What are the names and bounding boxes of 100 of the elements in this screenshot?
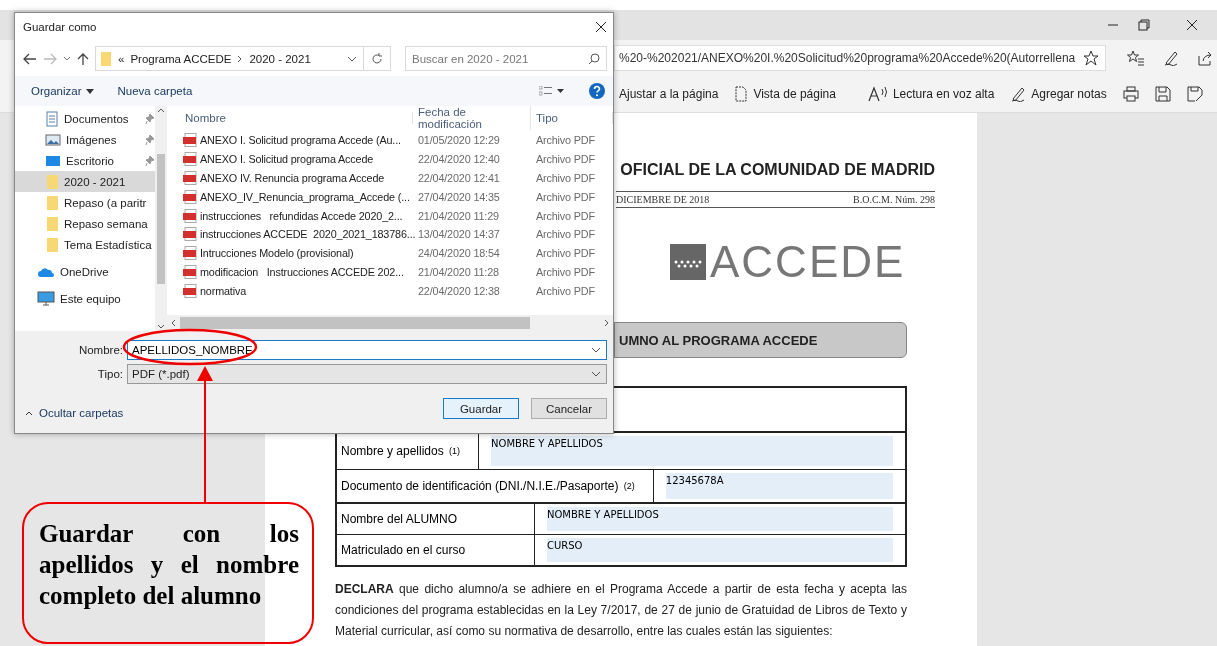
file-row[interactable]: normativa 22/04/2020 12:38 Archivo PDF [167, 281, 613, 301]
form-field[interactable]: 12345678A [665, 473, 893, 499]
address-bar[interactable]: %20-%202021/ANEXO%20I.%20Solicitud%20programa%20Accede%20(Autorrellena [614, 45, 1107, 71]
declaration-paragraph: DECLARA que dicho alumno/a se adhiere en el Programa Accede a partir de esta fecha y acepta las condiciones del programa establecidas en la Ley 7/2017, de 27 de junio de Gratuidad de Libros de Texto y Material curricular, así como su normativa de desarrollo, entre las cuales están las siguientes: [335, 581, 907, 640]
scrollbar-thumb[interactable] [180, 317, 530, 329]
print-icon [1122, 86, 1139, 102]
file-row[interactable]: ANEXO I. Solicitud programa Accede (Au... 01/05/2020 12:29 Archivo PDF [167, 131, 613, 150]
file-row[interactable]: instrucciones refundidas Accede 2020_2... 21/04/2020 11:29 Archivo PDF [167, 206, 613, 225]
dialog-button[interactable]: Cancelar [531, 398, 607, 419]
form-field[interactable]: CURSO [547, 538, 893, 562]
field-label: Tipo: [96, 368, 124, 380]
filename-field[interactable]: APELLIDOS_NOMBRE [127, 340, 607, 360]
star-icon [1083, 50, 1100, 66]
file-row[interactable]: instrucciones ACCEDE 2020_2021_183786... 13/04/2020 14:37 Archivo PDF [167, 225, 613, 244]
help-icon [589, 83, 605, 99]
dialog-title: Guardar como [23, 21, 97, 33]
search-field[interactable]: Buscar en 2020 - 2021 [405, 46, 607, 71]
up-arrow-icon [77, 51, 89, 66]
pdf-file-icon [183, 171, 197, 185]
file-type-dropdown[interactable]: PDF (*.pdf) [127, 364, 607, 384]
caret-up-icon [25, 410, 33, 416]
column-header[interactable]: Fecha de modificación [413, 106, 531, 130]
toolbar-button[interactable]: Lectura en voz alta [867, 86, 995, 102]
pdf-file-icon [183, 152, 197, 167]
file-row[interactable]: ANEXO I. Solicitud programa Accede 22/04/2020 12:40 Archivo PDF [167, 149, 613, 169]
read-aloud-icon [867, 86, 888, 102]
hide-folders-button[interactable]: Ocultar carpetas [25, 407, 124, 419]
close-icon [595, 21, 607, 33]
folder-tree-item[interactable]: Escritorio [15, 150, 155, 171]
pen-icon [1010, 86, 1027, 102]
folder-icon [45, 173, 59, 190]
folder-icon [45, 194, 59, 211]
dialog-button[interactable]: Guardar [443, 398, 519, 419]
refresh-icon [371, 52, 383, 65]
form-label: Matriculado en el curso [337, 535, 535, 565]
chevron-down-icon[interactable] [591, 347, 601, 353]
cloud-icon [37, 265, 55, 278]
file-row[interactable]: ANEXO_IV_Renuncia_programa_Accede (... 27/04/2020 14:35 Archivo PDF [167, 187, 613, 207]
logo: ACCEDE [710, 242, 906, 282]
pdf-file-icon [183, 264, 197, 279]
section-title: UMNO AL PROGRAMA ACCEDE [614, 322, 907, 358]
scroll-down-icon [157, 324, 165, 329]
folder-icon [45, 236, 59, 253]
organize-menu[interactable]: Organizar [31, 85, 94, 97]
computer-icon [37, 290, 55, 307]
folder-tree-item[interactable]: Repaso semana [15, 213, 155, 234]
folder-tree-item[interactable]: OneDrive [15, 261, 155, 282]
callout-note: Guardar con los apellidos y el nombre completo del alumno [22, 502, 314, 644]
column-header[interactable]: Nombre [167, 112, 413, 124]
form-field[interactable]: NOMBRE Y APELLIDOS [547, 507, 893, 531]
share-icon [1197, 50, 1214, 66]
scrollbar-thumb[interactable] [157, 153, 165, 284]
save-as-icon [1186, 86, 1203, 102]
folder-icon [100, 50, 112, 67]
view-options-icon [539, 86, 565, 96]
chevron-icon [237, 54, 244, 63]
scroll-right-icon [604, 319, 609, 327]
file-row[interactable]: Intrucciones Modelo (provisional) 24/04/2020 18:54 Archivo PDF [167, 243, 613, 263]
pdf-file-icon [183, 189, 197, 204]
toolbar-button[interactable]: Vista de página [734, 86, 836, 102]
folder-tree-item[interactable]: 2020 - 2021 [15, 171, 155, 192]
toolbar-button[interactable]: Agregar notas [1010, 86, 1107, 102]
page-icon [734, 86, 749, 102]
form-field[interactable]: NOMBRE Y APELLIDOS [491, 436, 893, 466]
folder-tree-item[interactable]: Imágenes [15, 129, 155, 150]
pen-icon [1163, 50, 1180, 66]
close-icon [1186, 19, 1198, 31]
scroll-left-icon [171, 319, 176, 327]
folder-tree-item[interactable]: Este equipo [15, 288, 155, 309]
restore-icon [1138, 19, 1150, 31]
chevron-down-icon [347, 55, 357, 62]
document-icon [45, 110, 59, 127]
favorites-icon [1127, 50, 1146, 66]
path-bar[interactable]: « Programa ACCEDE 2020 - 2021 [95, 46, 391, 71]
new-folder-button[interactable]: Nueva carpeta [117, 85, 193, 97]
pdf-file-icon [183, 133, 197, 148]
folder-icon [45, 215, 59, 232]
search-icon [588, 53, 600, 65]
pdf-file-icon [183, 246, 197, 261]
toolbar-button[interactable]: Ajustar a la página [619, 87, 719, 101]
file-row[interactable]: ANEXO IV. Renuncia programa Accede 22/04/2020 12:41 Archivo PDF [167, 168, 613, 188]
column-header[interactable]: Tipo [531, 112, 613, 124]
caret-icon [63, 55, 71, 62]
picture-icon [45, 132, 61, 147]
save-icon [1154, 86, 1171, 102]
folder-tree-item[interactable]: Documentos [15, 108, 155, 129]
file-row[interactable]: modificacion Instrucciones ACCEDE 202... 21/04/2020 11:28 Archivo PDF [167, 262, 613, 282]
chevron-down-icon [591, 371, 601, 377]
folder-tree-item[interactable]: Tema Estadística [15, 234, 155, 255]
document-heading: OFICIAL DE LA COMUNIDAD DE MADRID [619, 161, 935, 179]
form-label: Nombre del ALUMNO [337, 504, 535, 534]
desktop-icon [45, 153, 61, 168]
document-date: DICIEMBRE DE 2018 [616, 194, 710, 205]
folder-tree-item[interactable]: Repaso (a paritr [15, 192, 155, 213]
caret-icon [85, 88, 94, 94]
pdf-file-icon [183, 227, 197, 242]
scroll-up-icon [157, 108, 165, 113]
pdf-file-icon [183, 283, 197, 298]
pdf-file-icon [183, 208, 197, 223]
document-issue: B.O.C.M. Núm. 298 [853, 194, 935, 205]
